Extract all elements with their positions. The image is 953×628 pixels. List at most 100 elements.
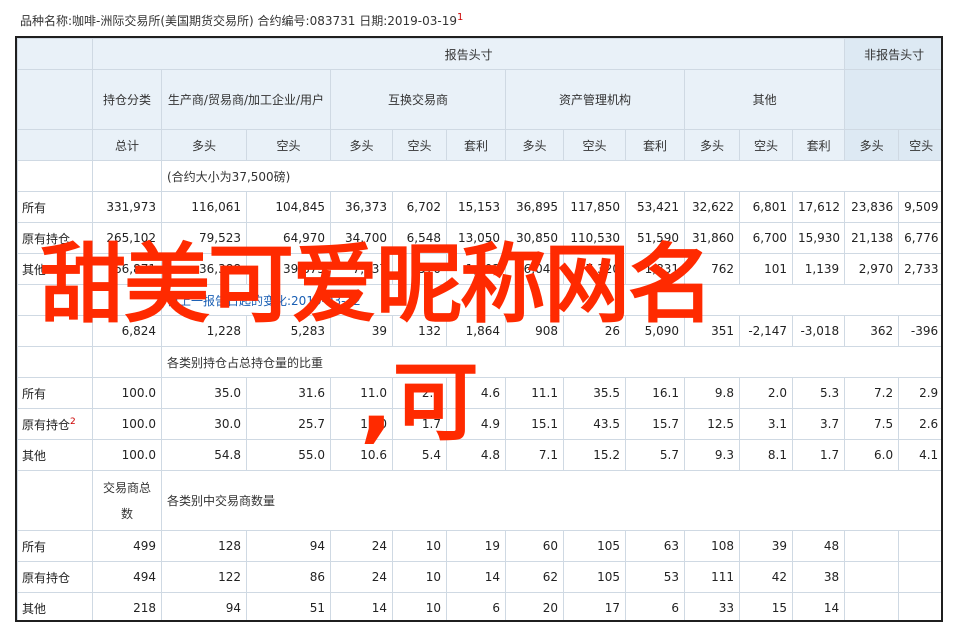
table-cell: 2.9: [898, 377, 941, 409]
page-header: 品种名称:咖啡-洲际交易所(美国期货交易所) 合约编号:083731 日期:20…: [20, 12, 463, 29]
asset-mgr-header: 资产管理机构: [505, 69, 685, 130]
table-cell: 17,612: [791, 191, 846, 223]
contract-size-note: (合约大小为37,500磅): [160, 160, 941, 192]
table-cell: 42: [739, 561, 793, 593]
table-cell: 128: [161, 530, 247, 562]
row-label: 其他: [17, 439, 93, 471]
table-cell: 3.7: [791, 408, 846, 440]
table-cell: 105: [563, 561, 626, 593]
label-col-header: [17, 69, 93, 130]
table-cell: 7.1: [505, 439, 564, 471]
table-cell: 7.5: [844, 408, 900, 440]
table-cell: 51: [246, 592, 331, 620]
table-cell: 2.0: [739, 377, 793, 409]
table-cell: 63: [625, 530, 685, 562]
table-cell: 33: [684, 592, 740, 620]
table-row: 其他 100.0 54.8 55.0 10.6 5.4 4.8 7.1 15.2 5.7 9.3 8.…: [17, 439, 941, 471]
table-cell: 21,138: [844, 222, 900, 254]
table-cell: 6.0: [844, 439, 900, 471]
col-total: 总计: [92, 129, 162, 161]
table-cell: 4.1: [898, 439, 941, 471]
table-cell: 5.7: [625, 439, 685, 471]
table-cell: 10: [392, 561, 447, 593]
table-cell: 11.1: [505, 377, 564, 409]
table-cell: [898, 592, 941, 620]
table-cell: 43.5: [563, 408, 626, 440]
table-cell: 5.3: [791, 377, 846, 409]
table-cell: 108: [684, 530, 740, 562]
table-cell: 20: [505, 592, 564, 620]
table-row: 所有 499 128 94 24 10 19 60 105 63 108 39 48: [17, 530, 941, 562]
table-cell: 100.0: [92, 377, 162, 409]
table-cell: 25.7: [246, 408, 331, 440]
corner-cell: [17, 38, 93, 70]
row-label: 其他: [17, 592, 93, 620]
table-cell: 62: [505, 561, 564, 593]
table-row: 原有持仓2 100.0 30.0 25.7 11.0 1.7 4.9 15.1 43.5 15.7…: [17, 408, 941, 440]
table-cell: 122: [161, 561, 247, 593]
table-cell: 6: [625, 592, 685, 620]
holding-class-header: 持仓分类: [92, 69, 162, 130]
table-cell: 23,836: [844, 191, 900, 223]
table-cell: 9.8: [684, 377, 740, 409]
producers-header: 生产商/贸易商/加工企业/用户: [161, 69, 331, 130]
table-row: 所有 100.0 35.0 31.6 11.0 2.0 4.6 11.1 35.5 16.1 9.8…: [17, 377, 941, 409]
table-cell: 1.7: [791, 439, 846, 471]
col-prod-long: 多头: [161, 129, 247, 161]
table-cell: 218: [92, 592, 162, 620]
table-cell: 100.0: [92, 439, 162, 471]
table-cell: 12.5: [684, 408, 740, 440]
row-footnote-mark: 2: [70, 416, 76, 427]
table-cell: 15.1: [505, 408, 564, 440]
table-cell: 10: [392, 592, 447, 620]
table-cell: 48: [791, 530, 846, 562]
table-cell: 19: [446, 530, 506, 562]
table-cell: [844, 530, 900, 562]
col-am-long: 多头: [505, 129, 564, 161]
table-cell: 6: [446, 592, 506, 620]
report-group-header: 报告头寸: [91, 38, 846, 70]
table-cell: 24: [330, 530, 393, 562]
table-cell: 1,139: [791, 253, 846, 285]
table-cell: 2,733: [898, 253, 941, 285]
table-cell: 6,801: [739, 191, 793, 223]
table-cell: 24: [330, 561, 393, 593]
table-cell: 16.1: [625, 377, 685, 409]
table-cell: 17: [563, 592, 626, 620]
row-label: 原有持仓: [17, 561, 93, 593]
col-oth-long: 多头: [684, 129, 740, 161]
table-cell: 55.0: [246, 439, 331, 471]
row-label: 所有: [17, 530, 93, 562]
table-cell: 6,776: [898, 222, 941, 254]
table-cell: 94: [246, 530, 331, 562]
col-prod-short: 空头: [246, 129, 331, 161]
col-nr-long: 多头: [844, 129, 900, 161]
table-cell: -2,147: [739, 315, 793, 347]
col-swap-spread: 套利: [446, 129, 506, 161]
watermark-line-1: 甜美可爱昵称网名: [40, 235, 714, 335]
table-cell: 105: [563, 530, 626, 562]
col-am-short: 空头: [563, 129, 626, 161]
table-cell: 94: [161, 592, 247, 620]
col-swap-long: 多头: [330, 129, 393, 161]
table-cell: 9.3: [684, 439, 740, 471]
table-cell: 2,970: [844, 253, 900, 285]
table-cell: 101: [739, 253, 793, 285]
table-cell: 10: [392, 530, 447, 562]
traders-note: 各类别中交易商数量: [160, 470, 941, 531]
table-cell: 14: [330, 592, 393, 620]
table-cell: [898, 530, 941, 562]
table-cell: 53: [625, 561, 685, 593]
col-oth-spread: 套利: [791, 129, 846, 161]
table-cell: [844, 592, 900, 620]
watermark-line-2: ,可: [360, 353, 479, 453]
table-cell: 15.7: [625, 408, 685, 440]
table-cell: 54.8: [161, 439, 247, 471]
table-cell: 35.5: [563, 377, 626, 409]
table-cell: 39: [739, 530, 793, 562]
table-cell: 86: [246, 561, 331, 593]
table-cell: 30.0: [161, 408, 247, 440]
header-text: 品种名称:咖啡-洲际交易所(美国期货交易所) 合约编号:083731 日期:20…: [20, 14, 458, 28]
col-oth-short: 空头: [739, 129, 793, 161]
table-cell: 15.2: [563, 439, 626, 471]
